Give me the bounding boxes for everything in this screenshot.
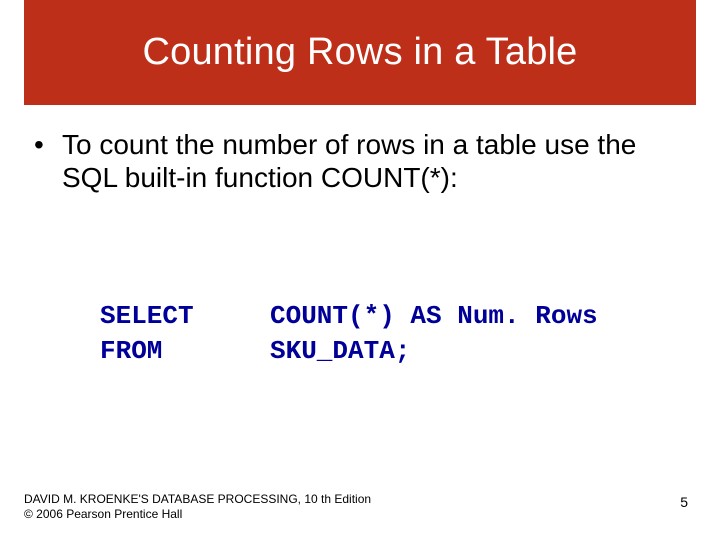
page-number: 5 [680,494,688,510]
code-line-2: FROM SKU_DATA; [100,334,598,369]
slide-title: Counting Rows in a Table [142,31,577,74]
code-line-1: SELECT COUNT(*) AS Num. Rows [100,299,598,334]
code-keyword-from: FROM [100,334,270,369]
code-expr-2: SKU_DATA; [270,336,410,366]
footer: DAVID M. KROENKE'S DATABASE PROCESSING, … [24,492,371,522]
title-bar: Counting Rows in a Table [24,0,696,105]
body-area: • To count the number of rows in a table… [34,128,686,194]
bullet-item: • To count the number of rows in a table… [34,128,686,194]
footer-line-1: DAVID M. KROENKE'S DATABASE PROCESSING, … [24,492,371,507]
bullet-mark: • [34,128,62,161]
footer-line-2: © 2006 Pearson Prentice Hall [24,507,371,522]
code-keyword-select: SELECT [100,299,270,334]
code-expr-1: COUNT(*) AS Num. Rows [270,301,598,331]
bullet-text: To count the number of rows in a table u… [62,128,686,194]
sql-code-block: SELECT COUNT(*) AS Num. Rows FROM SKU_DA… [100,229,598,440]
slide: Counting Rows in a Table • To count the … [0,0,720,540]
